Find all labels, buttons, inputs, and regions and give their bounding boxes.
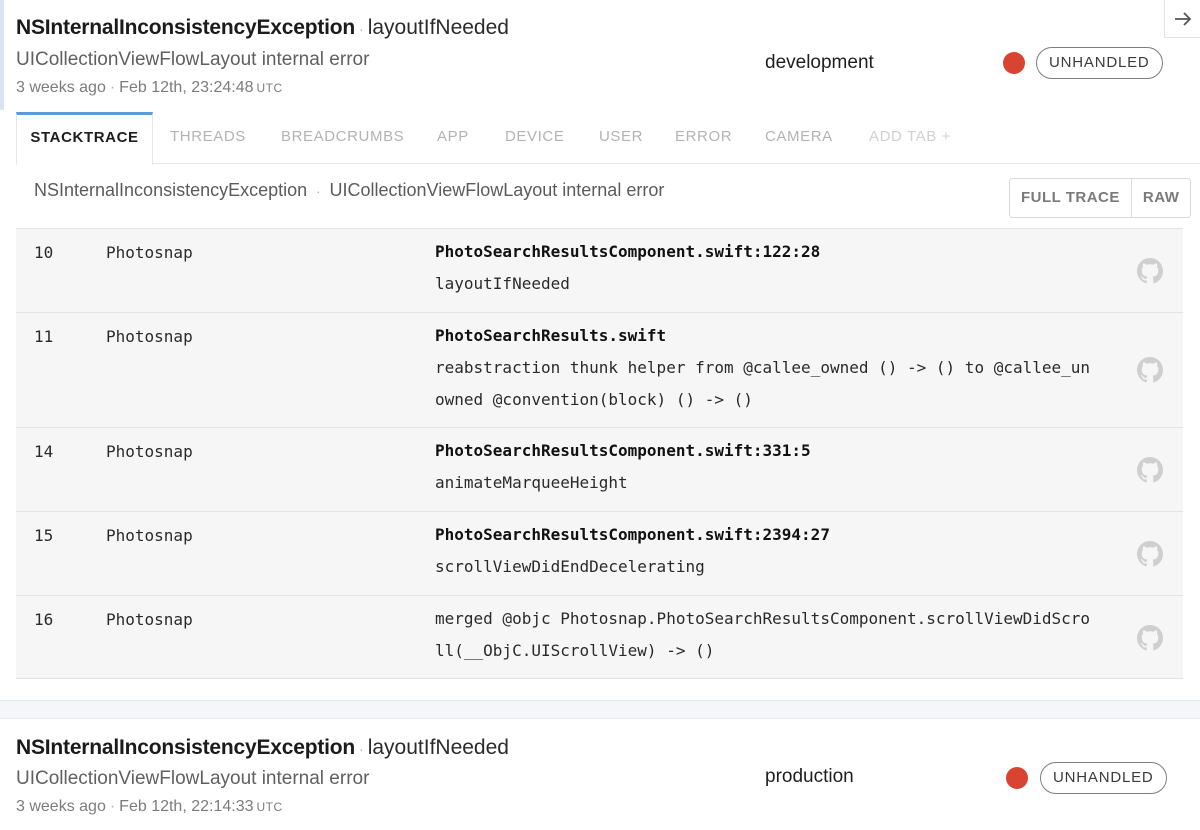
error-context: layoutIfNeeded: [367, 16, 509, 39]
frame-module: Photosnap: [106, 610, 193, 629]
trace-message: UICollectionViewFlowLayout internal erro…: [329, 180, 665, 200]
frame-symbol: merged @objc Photosnap.PhotoSearchResult…: [435, 609, 1091, 660]
tab-device[interactable]: DEVICE: [505, 112, 564, 164]
status-badge: UNHANDLED: [1036, 47, 1163, 79]
frame-number: 16: [34, 610, 54, 629]
severity-indicator: [1006, 767, 1028, 789]
trace-title: NSInternalInconsistencyException · UIColle…: [34, 180, 664, 201]
stack-frame[interactable]: 14 Photosnap PhotoSearchResultsComponent…: [16, 427, 1183, 511]
timestamp: Feb 12th, 23:24:48: [119, 79, 254, 96]
collapse-button[interactable]: [1164, 0, 1200, 38]
tab-breadcrumbs[interactable]: BREADCRUMBS: [281, 112, 404, 164]
tab-threads[interactable]: THREADS: [170, 112, 246, 164]
arrow-right-icon: [1174, 11, 1191, 26]
frame-location: PhotoSearchResultsComponent.swift:331:5 …: [435, 435, 1095, 499]
tab-bar: STACKTRACE THREADS BREADCRUMBS APP DEVIC…: [16, 112, 1200, 165]
release-stage: development: [765, 52, 874, 73]
separator-dot: ·: [359, 21, 364, 37]
github-icon[interactable]: [1137, 457, 1163, 483]
status-badge: UNHANDLED: [1040, 762, 1167, 794]
frame-module: Photosnap: [106, 526, 193, 545]
frame-location: merged @objc Photosnap.PhotoSearchResult…: [435, 603, 1095, 667]
tab-error[interactable]: ERROR: [675, 112, 732, 164]
separator-dot: ·: [109, 798, 116, 815]
tab-app[interactable]: APP: [437, 112, 469, 164]
release-stage: production: [765, 766, 854, 787]
frame-symbol: reabstraction thunk helper from @callee_…: [435, 358, 1091, 409]
error-time: 3 weeks ago · Feb 12th, 22:14:33 UTC: [16, 798, 283, 816]
error-header[interactable]: NSInternalInconsistencyException · layoutI…: [16, 16, 509, 40]
github-icon[interactable]: [1137, 258, 1163, 284]
timezone: UTC: [256, 800, 283, 814]
frame-file: PhotoSearchResultsComponent.swift:331:5: [435, 441, 811, 460]
frame-number: 11: [34, 327, 54, 346]
error-context: layoutIfNeeded: [367, 736, 509, 759]
frame-number: 10: [34, 243, 54, 262]
tab-user[interactable]: USER: [599, 112, 643, 164]
timezone: UTC: [256, 81, 283, 95]
tab-camera[interactable]: CAMERA: [765, 112, 833, 164]
error-message: UICollectionViewFlowLayout internal erro…: [16, 49, 370, 70]
card-divider: [0, 700, 1200, 718]
frame-module: Photosnap: [106, 327, 193, 346]
github-icon[interactable]: [1137, 357, 1163, 383]
separator-dot: ·: [109, 79, 116, 96]
severity-indicator: [1003, 52, 1025, 74]
stack-frames: 10 Photosnap PhotoSearchResultsComponent…: [16, 228, 1183, 679]
relative-time: 3 weeks ago: [16, 79, 106, 96]
frame-module: Photosnap: [106, 243, 193, 262]
github-icon[interactable]: [1137, 625, 1163, 651]
frame-symbol: scrollViewDidEndDecelerating: [435, 557, 705, 576]
stack-frame[interactable]: 15 Photosnap PhotoSearchResultsComponent…: [16, 511, 1183, 595]
error-message: UICollectionViewFlowLayout internal erro…: [16, 768, 370, 789]
frame-file: PhotoSearchResultsComponent.swift:2394:2…: [435, 525, 830, 544]
stack-frame[interactable]: 10 Photosnap PhotoSearchResultsComponent…: [16, 228, 1183, 312]
add-tab-button[interactable]: ADD TAB +: [869, 112, 951, 164]
stack-frame[interactable]: 16 Photosnap merged @objc Photosnap.Phot…: [16, 595, 1183, 679]
frame-module: Photosnap: [106, 442, 193, 461]
frame-file: PhotoSearchResults.swift: [435, 326, 667, 345]
frame-symbol: layoutIfNeeded: [435, 274, 570, 293]
error-class: NSInternalInconsistencyException: [16, 736, 356, 759]
raw-button[interactable]: RAW: [1130, 179, 1191, 217]
frame-file: PhotoSearchResultsComponent.swift:122:28: [435, 242, 821, 261]
relative-time: 3 weeks ago: [16, 798, 106, 815]
frame-symbol: animateMarqueeHeight: [435, 473, 628, 492]
separator-dot: ·: [359, 741, 364, 757]
error-card: NSInternalInconsistencyException · layoutI…: [0, 0, 1200, 700]
trace-view-toggle: FULL TRACE RAW: [1009, 178, 1192, 218]
frame-number: 14: [34, 442, 54, 461]
trace-error-class: NSInternalInconsistencyException: [34, 180, 308, 200]
timestamp: Feb 12th, 22:14:33: [119, 798, 254, 815]
error-time: 3 weeks ago · Feb 12th, 23:24:48 UTC: [16, 79, 283, 97]
error-class: NSInternalInconsistencyException: [16, 16, 356, 39]
frame-location: PhotoSearchResultsComponent.swift:2394:2…: [435, 519, 1095, 583]
github-icon[interactable]: [1137, 541, 1163, 567]
frame-number: 15: [34, 526, 54, 545]
full-trace-button[interactable]: FULL TRACE: [1010, 179, 1131, 217]
stack-frame[interactable]: 11 Photosnap PhotoSearchResults.swift re…: [16, 312, 1183, 427]
separator-dot: ·: [316, 184, 321, 199]
frame-location: PhotoSearchResults.swift reabstraction t…: [435, 320, 1095, 416]
error-header[interactable]: NSInternalInconsistencyException · layoutI…: [16, 736, 509, 760]
tab-stacktrace[interactable]: STACKTRACE: [16, 112, 153, 165]
selected-indicator: [0, 0, 4, 110]
error-card[interactable]: NSInternalInconsistencyException · layoutI…: [0, 718, 1200, 830]
frame-location: PhotoSearchResultsComponent.swift:122:28…: [435, 236, 1095, 300]
